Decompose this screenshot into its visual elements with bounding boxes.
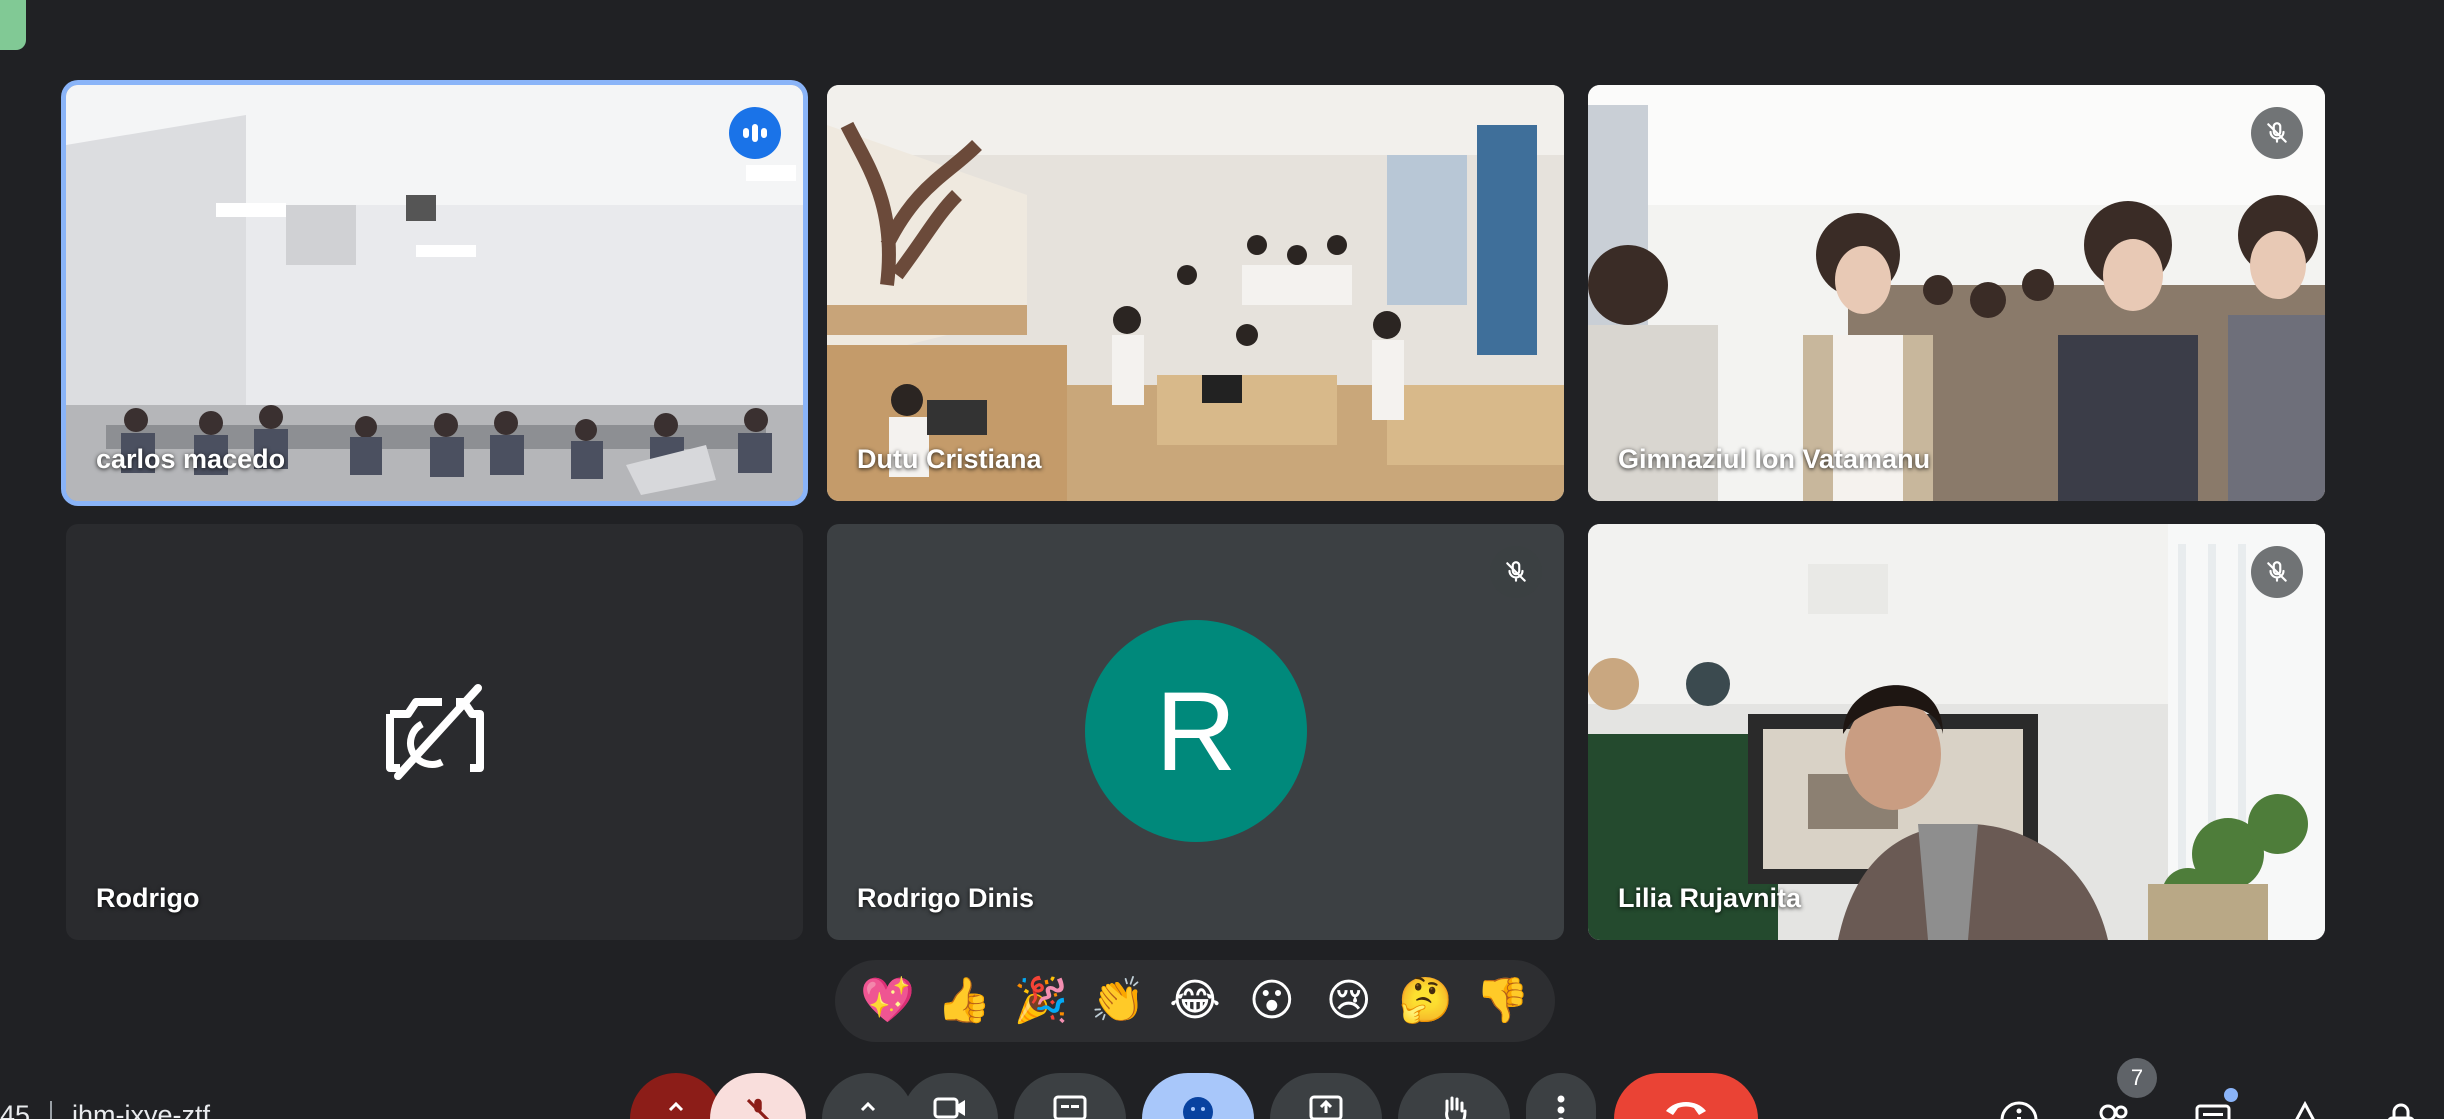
- hand-icon: [1445, 1096, 1467, 1119]
- info-icon: [2000, 1101, 2038, 1119]
- thinking-face-icon[interactable]: 🤔: [1395, 970, 1457, 1032]
- mic-muted-icon: [2251, 107, 2303, 159]
- meeting-info: 45 ihm-ixye-ztf: [0, 1100, 210, 1119]
- present-screen-icon: [1309, 1095, 1343, 1119]
- participant-tile-rodrigo-dinis[interactable]: R Rodrigo Dinis: [827, 524, 1564, 940]
- participant-tile-lilia-rujavnita[interactable]: Lilia Rujavnita: [1588, 524, 2325, 940]
- mic-off-icon: [746, 1098, 770, 1119]
- participant-name: Lilia Rujavnita: [1618, 883, 1802, 913]
- chat-button[interactable]: [2190, 1100, 2236, 1119]
- participant-video: [66, 85, 803, 501]
- camera-toggle-button[interactable]: [902, 1073, 998, 1119]
- recording-chip[interactable]: [0, 0, 26, 50]
- mic-toggle-button[interactable]: [710, 1073, 806, 1119]
- participant-video: [1588, 85, 2325, 501]
- mic-options-button[interactable]: [630, 1073, 722, 1119]
- activities-button[interactable]: [2282, 1100, 2328, 1119]
- participant-tile-rodrigo[interactable]: Rodrigo: [66, 524, 803, 940]
- chat-notification-dot: [2224, 1088, 2238, 1102]
- participant-name: Dutu Cristiana: [857, 444, 1042, 474]
- party-popper-icon[interactable]: 🎉: [1010, 970, 1072, 1032]
- hang-up-icon: [1666, 1102, 1706, 1115]
- end-call-button[interactable]: [1614, 1073, 1758, 1119]
- chevron-up-icon: [668, 1101, 684, 1112]
- participant-tile-gimnaziul-ion-vatamanu[interactable]: Gimnaziul Ion Vatamanu: [1588, 85, 2325, 501]
- reactions-bar: 💖 👍 🎉 👏 😂 😮 😢 🤔 👎: [835, 960, 1555, 1042]
- sparkling-heart-icon[interactable]: 💖: [856, 970, 918, 1032]
- lock-icon: [2387, 1103, 2415, 1119]
- participant-tile-dutu-cristiana[interactable]: Dutu Cristiana: [827, 85, 1564, 501]
- clapping-hands-icon[interactable]: 👏: [1087, 970, 1149, 1032]
- avatar: R: [1085, 620, 1307, 842]
- thumbs-down-icon[interactable]: 👎: [1471, 970, 1533, 1032]
- meeting-details-button[interactable]: [1996, 1100, 2042, 1119]
- present-screen-button[interactable]: [1270, 1073, 1382, 1119]
- shapes-icon: [2295, 1100, 2315, 1119]
- crying-face-icon[interactable]: 😢: [1318, 970, 1380, 1032]
- captions-button[interactable]: [1014, 1073, 1126, 1119]
- participant-name: carlos macedo: [96, 444, 286, 474]
- surprised-face-icon[interactable]: 😮: [1241, 970, 1303, 1032]
- participant-video: [827, 85, 1564, 501]
- divider: [50, 1100, 53, 1119]
- participant-name: Rodrigo Dinis: [857, 883, 1034, 913]
- meeting-code: ihm-ixye-ztf: [72, 1100, 211, 1119]
- more-options-button[interactable]: [1526, 1073, 1596, 1119]
- thumbs-up-icon[interactable]: 👍: [933, 970, 995, 1032]
- chat-icon: [2195, 1104, 2231, 1119]
- meet-call-screen: carlos macedo Dutu Cristiana Gimnaziul I…: [0, 0, 2444, 1119]
- raise-hand-button[interactable]: [1398, 1073, 1510, 1119]
- participant-name: Rodrigo: [96, 883, 200, 913]
- people-count-badge: 7: [2117, 1058, 2157, 1098]
- tears-of-joy-icon[interactable]: 😂: [1164, 970, 1226, 1032]
- bottom-control-bar: 45 ihm-ixye-ztf: [0, 1070, 2444, 1119]
- emoji-reactions-button[interactable]: [1142, 1073, 1254, 1119]
- participant-tile-carlos-macedo[interactable]: carlos macedo: [66, 85, 803, 501]
- smiley-face-icon: [1183, 1097, 1213, 1119]
- participant-video: [1588, 524, 2325, 940]
- camera-off-icon: [380, 684, 490, 780]
- participant-name: Gimnaziul Ion Vatamanu: [1618, 444, 1931, 474]
- mic-muted-icon: [1490, 546, 1542, 598]
- mic-muted-icon: [2251, 546, 2303, 598]
- video-camera-icon: [933, 1097, 965, 1119]
- people-button[interactable]: [2090, 1100, 2136, 1119]
- camera-options-button[interactable]: [822, 1073, 914, 1119]
- speaking-indicator-icon: [729, 107, 781, 159]
- meeting-time: 45: [0, 1100, 31, 1119]
- captions-icon: [1053, 1095, 1087, 1119]
- more-vertical-icon: [1557, 1095, 1565, 1119]
- people-icon: [2099, 1104, 2128, 1119]
- chevron-up-icon: [860, 1101, 876, 1112]
- host-controls-button[interactable]: [2378, 1100, 2424, 1119]
